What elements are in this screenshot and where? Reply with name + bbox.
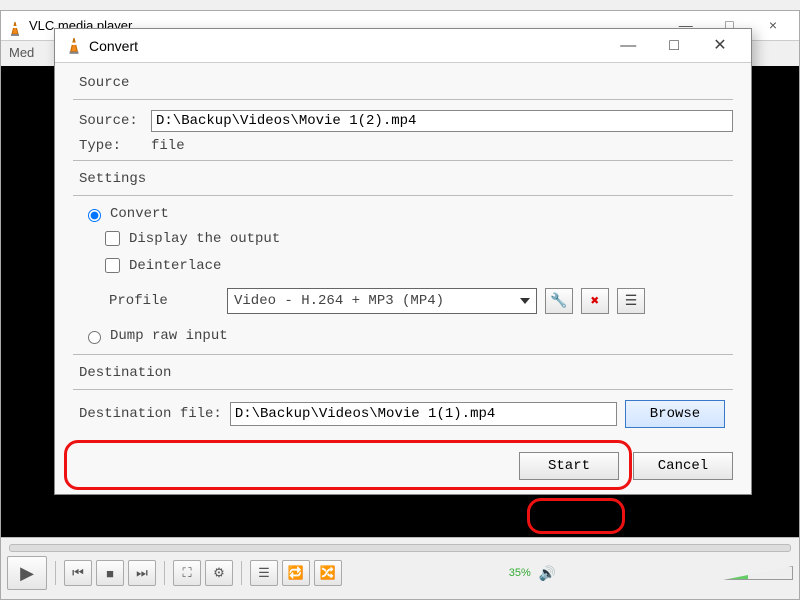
dialog-maximize-button[interactable]: □: [653, 33, 695, 59]
new-profile-button[interactable]: ☰: [617, 288, 645, 314]
settings-button[interactable]: ⚙: [205, 560, 233, 586]
volume-slider[interactable]: [723, 566, 793, 580]
display-output-checkbox[interactable]: [105, 231, 120, 246]
vlc-cone-icon: [7, 18, 23, 34]
destination-group-label: Destination: [73, 365, 733, 385]
next-button[interactable]: ⏭: [128, 560, 156, 586]
main-close-button[interactable]: ×: [753, 13, 793, 37]
loop-button[interactable]: 🔁: [282, 560, 310, 586]
playlist-button[interactable]: ☰: [250, 560, 278, 586]
chevron-down-icon: [520, 298, 530, 304]
dialog-minimize-button[interactable]: —: [607, 33, 649, 59]
deinterlace-checkbox[interactable]: [105, 258, 120, 273]
dialog-title-text: Convert: [89, 38, 138, 54]
prev-button[interactable]: ⏮: [64, 560, 92, 586]
edit-profile-button[interactable]: 🔧: [545, 288, 573, 314]
shuffle-button[interactable]: 🔀: [314, 560, 342, 586]
list-icon: ☰: [625, 293, 638, 310]
display-output-label: Display the output: [129, 231, 280, 247]
volume-label: 35%: [509, 567, 531, 579]
play-button[interactable]: ▶: [7, 556, 47, 590]
browse-button[interactable]: Browse: [625, 400, 725, 428]
profile-label: Profile: [109, 293, 219, 309]
cross-icon: ✖: [591, 293, 599, 310]
dump-raw-label: Dump raw input: [110, 328, 228, 344]
source-input[interactable]: [151, 110, 733, 132]
convert-radio-label: Convert: [110, 206, 169, 222]
stop-button[interactable]: ■: [96, 560, 124, 586]
mute-icon[interactable]: 🔊: [539, 565, 556, 582]
vlc-cone-icon: [65, 37, 83, 55]
type-label: Type:: [79, 138, 151, 154]
dialog-window-controls: — □ ✕: [607, 32, 741, 59]
profile-combobox[interactable]: Video - H.264 + MP3 (MP4): [227, 288, 537, 314]
profile-value: Video - H.264 + MP3 (MP4): [234, 293, 444, 309]
convert-dialog: Convert — □ ✕ Source Source: Type: file …: [54, 28, 752, 495]
type-value: file: [151, 138, 185, 154]
delete-profile-button[interactable]: ✖: [581, 288, 609, 314]
seek-bar[interactable]: [9, 544, 791, 552]
source-label: Source:: [79, 113, 151, 129]
source-group-label: Source: [73, 75, 733, 95]
playback-controls: ▶ ⏮ ■ ⏭ ⛶ ⚙ ☰ 🔁 🔀 35% 🔊: [1, 537, 799, 599]
cancel-button[interactable]: Cancel: [633, 452, 733, 480]
dump-raw-radio[interactable]: [88, 331, 101, 344]
dialog-titlebar[interactable]: Convert — □ ✕: [55, 29, 751, 63]
dialog-close-button[interactable]: ✕: [699, 32, 741, 58]
destination-input[interactable]: [230, 402, 617, 426]
settings-group-label: Settings: [73, 171, 733, 191]
deinterlace-label: Deinterlace: [129, 258, 221, 274]
wrench-icon: 🔧: [550, 293, 567, 310]
convert-radio[interactable]: [88, 209, 101, 222]
start-button[interactable]: Start: [519, 452, 619, 480]
destination-label: Destination file:: [79, 406, 222, 422]
fullscreen-button[interactable]: ⛶: [173, 560, 201, 586]
